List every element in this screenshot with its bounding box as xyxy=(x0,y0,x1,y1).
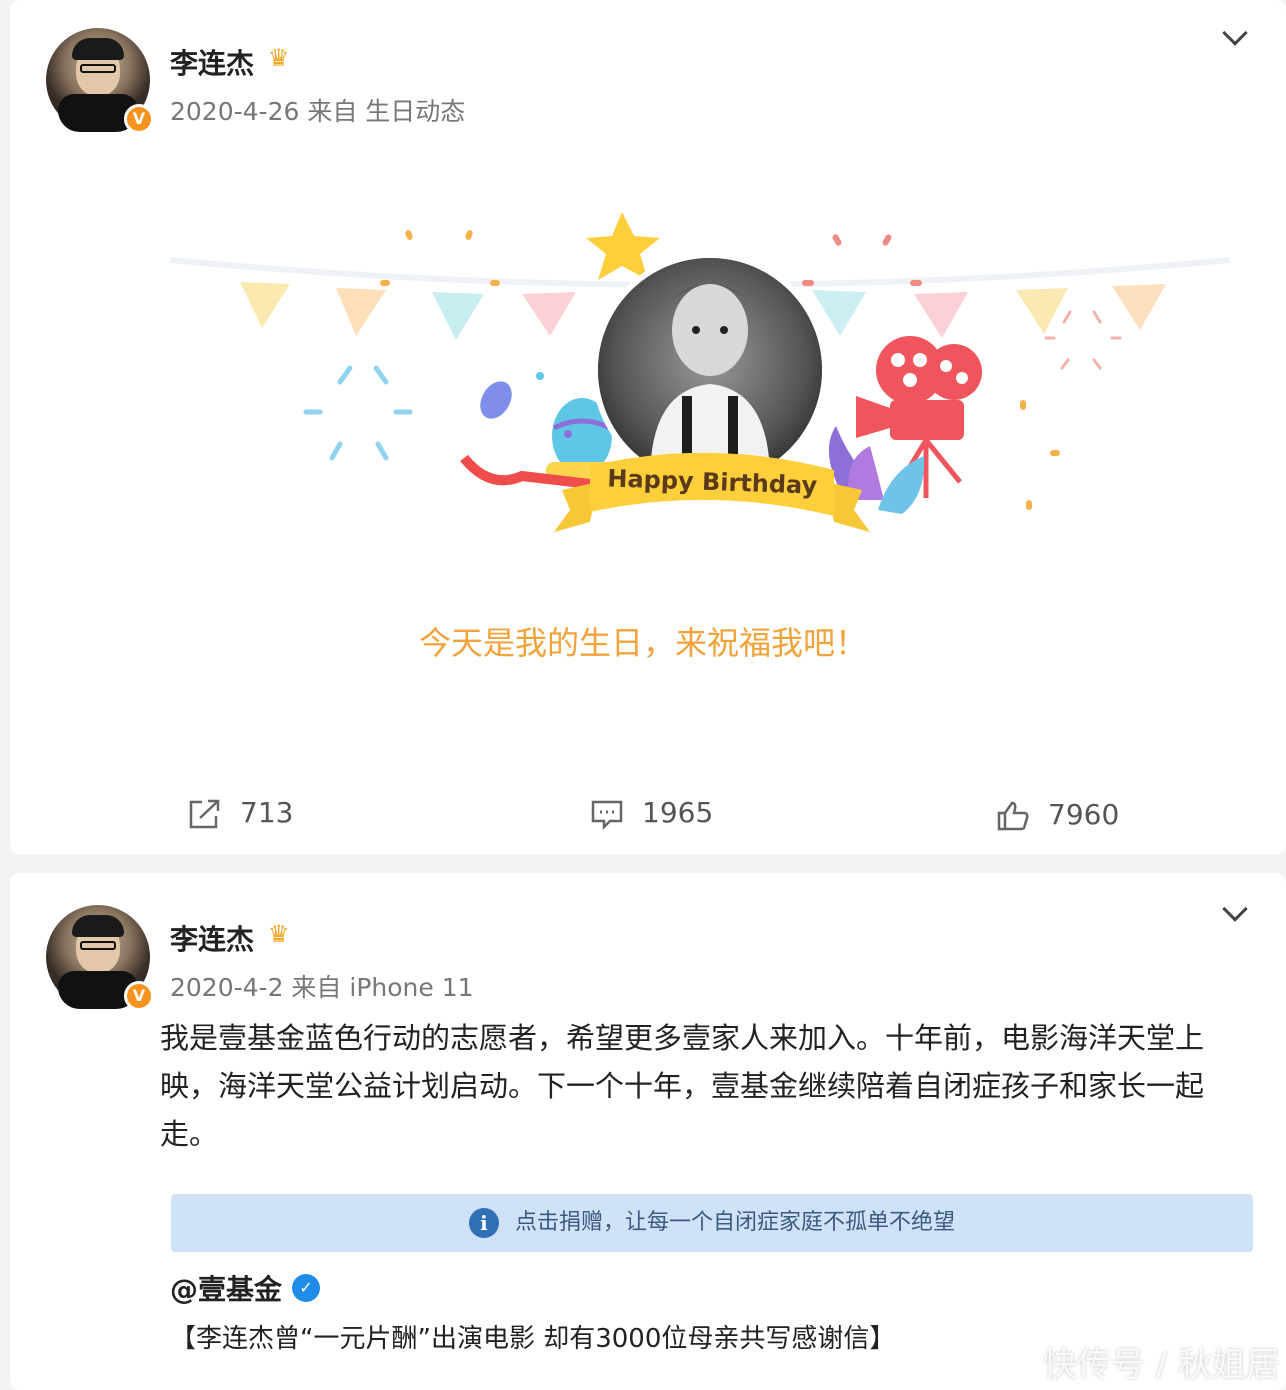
comment-icon xyxy=(591,800,623,830)
verified-badge-icon: V xyxy=(124,981,154,1011)
crown-icon: ♛ xyxy=(268,920,290,948)
author-avatar[interactable]: V xyxy=(46,905,154,1011)
verified-blue-icon: ✓ xyxy=(292,1274,320,1302)
comment-button[interactable]: 1965 xyxy=(590,796,713,830)
watermark: 快传号 / 秋姐居 xyxy=(1042,1345,1280,1385)
author-name[interactable]: 李连杰 xyxy=(170,42,254,82)
referenced-account[interactable]: @壹基金 xyxy=(170,1268,282,1308)
comment-count: 1965 xyxy=(642,796,714,829)
author-avatar[interactable]: V xyxy=(46,28,154,134)
thumbs-up-icon xyxy=(997,801,1029,831)
referenced-post-title[interactable]: 【李连杰曾“一元片酬”出演电影 却有3000位母亲共写感谢信】 xyxy=(170,1318,895,1355)
post-meta: 2020-4-2 来自 iPhone 11 xyxy=(170,973,474,1002)
post-meta: 2020-4-26 来自 生日动态 xyxy=(170,97,466,126)
firework-pink xyxy=(1044,310,1122,370)
share-button[interactable]: 713 xyxy=(188,796,293,830)
author-name[interactable]: 李连杰 xyxy=(170,918,254,958)
verified-badge-icon: V xyxy=(124,104,154,134)
info-icon: i xyxy=(468,1208,499,1238)
birthday-message: 今天是我的生日，来祝福我吧！ xyxy=(418,624,867,662)
share-count: 713 xyxy=(240,796,294,829)
firework-blue xyxy=(303,365,413,461)
donate-banner[interactable]: i 点击捐赠，让每一个自闭症家庭不孤单不绝望 xyxy=(171,1194,1253,1252)
crown-icon: ♛ xyxy=(268,44,290,72)
share-icon xyxy=(189,799,220,829)
donate-text: 点击捐赠，让每一个自闭症家庭不孤单不绝望 xyxy=(514,1210,955,1235)
like-count: 7960 xyxy=(1048,798,1120,831)
post-body: 我是壹基金蓝色行动的志愿者，希望更多壹家人来加入。十年前，电影海洋天堂上映，海洋… xyxy=(160,1021,1205,1151)
like-button[interactable]: 7960 xyxy=(996,798,1119,832)
photo-frame xyxy=(592,252,828,488)
birthday-illustration: Happy Birthday xyxy=(169,212,1231,532)
